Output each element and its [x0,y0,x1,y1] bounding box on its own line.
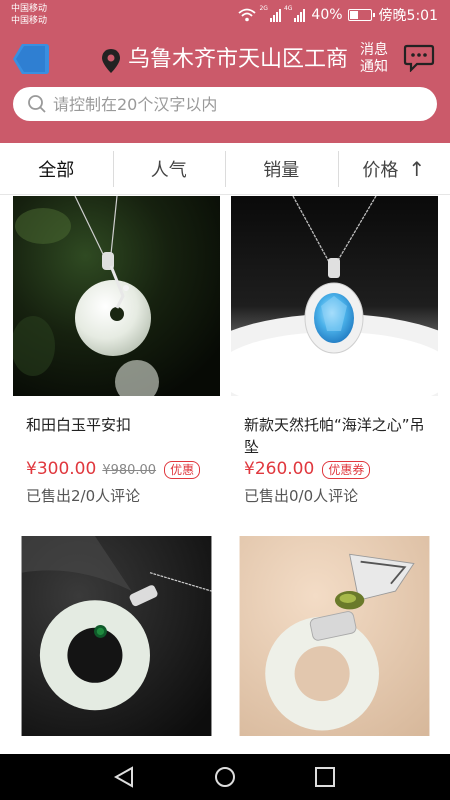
sales-info: 已售出2/0人评论 [26,487,141,505]
message-notification-label[interactable]: 消息 通知 [358,42,390,76]
discount-badge: 优惠 [164,461,201,479]
signal-type-2: 4G [283,5,293,12]
product-image [21,536,212,736]
product-image [13,196,220,396]
product-price: ¥260.00 [244,459,315,479]
nav-home-icon[interactable] [213,766,237,788]
nav-back-icon[interactable] [112,766,136,788]
signal-icon [269,8,281,22]
navigation-bar [0,754,450,800]
app-header: 中国移动 中国移动 2G 4G 40% 傍晚5:01 乌鲁木齐市天山区工商 消息… [0,0,450,143]
status-indicators: 2G 4G 40% 傍晚5:01 [238,5,438,25]
tab-sales-label: 销量 [263,159,300,181]
tab-all[interactable]: 全部 [0,143,113,194]
battery-fill [349,11,358,19]
product-image [239,536,430,736]
carrier-name-2: 中国移动 [11,16,48,26]
carrier-name-1: 中国移动 [11,4,48,14]
sort-arrow-icon: ↑ [408,156,426,181]
tab-all-label: 全部 [38,159,75,181]
tab-price[interactable]: 价格 ↑ [337,143,450,194]
signal-icon [294,8,306,22]
status-bar: 中国移动 中国移动 2G 4G 40% 傍晚5:01 [0,0,450,32]
battery-icon [347,9,375,21]
product-grid: 和田白玉平安扣 ¥300.00 ¥980.00 优惠 已售出2/0人评论 新款天… [0,196,450,754]
message-label-line2: 通知 [360,59,388,75]
location-selector[interactable]: 乌鲁木齐市天山区工商 [128,44,356,76]
coupon-badge: 优惠券 [322,461,371,479]
battery-percent: 40% [311,7,343,23]
search-bar[interactable] [13,87,437,121]
product-title: 新款天然托帕“海洋之心”吊坠 [244,416,425,456]
location-pin-icon [102,49,120,73]
sales-info: 已售出0/0人评论 [244,487,359,505]
tab-sales[interactable]: 销量 [225,143,338,194]
nav-recents-icon[interactable] [313,766,337,788]
price-row: ¥300.00 ¥980.00 优惠 [26,459,201,479]
clock: 傍晚5:01 [378,8,438,24]
product-image [231,196,438,396]
tab-price-label: 价格 [362,159,399,181]
search-icon [28,95,46,113]
tab-popularity[interactable]: 人气 [112,143,226,194]
product-price: ¥300.00 [26,459,97,479]
sort-tabs: 全部 人气 销量 价格 ↑ [0,143,450,195]
back-icon[interactable] [12,42,50,76]
product-title: 和田白玉平安扣 [26,416,132,434]
search-input[interactable] [53,94,413,114]
carrier-info: 中国移动 中国移动 [11,3,47,27]
message-label-line1: 消息 [360,42,388,58]
tab-popularity-label: 人气 [150,159,187,181]
message-icon[interactable] [403,44,435,72]
wifi-icon [238,8,257,22]
signal-type-1: 2G [259,5,268,12]
original-price: ¥980.00 [102,463,157,478]
price-row: ¥260.00 优惠券 [244,459,371,479]
